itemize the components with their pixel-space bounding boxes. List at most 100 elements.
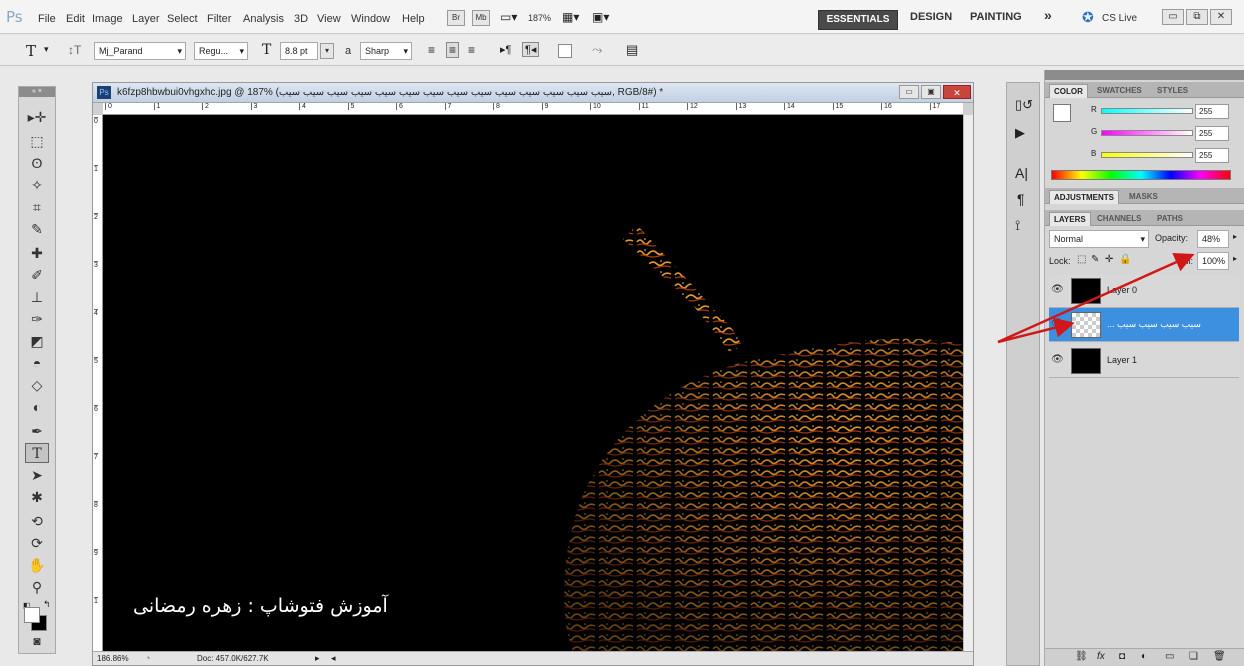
menu-filter[interactable]: Filter [207,13,231,25]
shape-tool-icon[interactable]: ✱ [25,487,49,507]
doc-minimize-icon[interactable]: ▭ [899,85,919,99]
paint-bucket-tool-icon[interactable]: ◓ [25,353,49,373]
text-tool-preset-icon[interactable]: T [26,42,36,60]
visibility-eye-icon[interactable]: 👁 [1051,284,1064,295]
font-family-select[interactable]: Mj_Parand ▾ [94,42,186,60]
rtl-direction-icon[interactable]: ¶◂ [522,42,540,57]
tab-swatches[interactable]: SWATCHES [1093,84,1146,98]
new-group-icon[interactable]: ▭ [1165,651,1174,662]
move-tool-icon[interactable]: ▸✛ [25,107,49,127]
align-center-icon[interactable]: ≡ [446,42,460,58]
arrange-documents-icon[interactable]: ▦▾ [562,10,579,24]
status-menu-icon[interactable]: ▸ [315,653,320,664]
layer-row-text[interactable]: 👁 ... سیب سیب سیب سیب [1049,308,1239,342]
blue-value-field[interactable]: 255 [1195,148,1229,163]
fill-field[interactable]: 100% [1197,252,1229,270]
doc-maximize-icon[interactable]: ▣ [921,85,941,99]
vertical-scrollbar[interactable] [963,115,973,651]
tab-adjustments[interactable]: ADJUSTMENTS [1049,190,1120,204]
tab-color[interactable]: COLOR [1049,84,1088,98]
swap-colors-icon[interactable]: ↰ [43,599,51,610]
workspace-design-button[interactable]: DESIGN [910,11,952,23]
layer-row-layer-1[interactable]: 👁 Layer 1 [1049,344,1239,378]
blend-mode-select[interactable]: Normal ▾ [1049,230,1149,248]
close-app-icon[interactable]: ✕ [1210,9,1232,25]
clone-stamp-tool-icon[interactable]: ⊥ [25,287,49,307]
menu-3d[interactable]: 3D [294,13,308,25]
tab-styles[interactable]: STYLES [1153,84,1192,98]
mini-bridge-button[interactable]: Mb [472,10,490,26]
text-color-swatch[interactable] [558,44,572,58]
tab-masks[interactable]: MASKS [1125,190,1162,204]
link-layers-icon[interactable]: ⛓ [1075,651,1088,662]
quick-select-tool-icon[interactable]: ✧ [25,175,49,195]
layer-style-icon[interactable]: fx [1097,651,1105,662]
font-size-field[interactable]: 8.8 pt [280,42,318,60]
status-zoom[interactable]: 186.86% [97,654,129,663]
opacity-dropdown-icon[interactable]: ▸ [1233,232,1237,241]
character-panel-icon[interactable]: ▤ [626,42,638,58]
document-tab[interactable]: Ps k6fzp8hbwbui0vhgxhc.jpg @ 187% (سیب س… [93,83,973,103]
align-right-icon[interactable]: ≡ [468,43,475,57]
path-selection-tool-icon[interactable]: ➤ [25,465,49,485]
menu-help[interactable]: Help [402,13,425,25]
foreground-color-swatch[interactable] [24,607,40,623]
view-extras-icon[interactable]: ▭▾ [500,10,517,24]
character-panel-icon[interactable]: A| [1015,165,1028,181]
add-mask-icon[interactable]: ◘ [1119,651,1125,662]
pen-tool-icon[interactable]: ✒ [25,421,49,441]
lock-pixels-icon[interactable]: ✎ [1091,254,1099,265]
new-layer-icon[interactable]: ❏ [1189,651,1198,662]
tab-channels[interactable]: CHANNELS [1093,212,1145,226]
green-slider[interactable] [1101,130,1193,136]
bridge-button[interactable]: Br [447,10,465,26]
menu-file[interactable]: File [38,13,56,25]
red-value-field[interactable]: 255 [1195,104,1229,119]
3d-rotate-tool-icon[interactable]: ⟲ [25,511,49,531]
menu-image[interactable]: Image [92,13,123,25]
lasso-tool-icon[interactable]: ʘ [25,153,49,173]
scroll-left-icon[interactable]: ◂ [331,653,336,664]
ltr-direction-icon[interactable]: ▸¶ [500,43,511,56]
adjustment-layer-icon[interactable]: ◐ [1141,651,1147,662]
lock-position-icon[interactable]: ✛ [1105,254,1113,265]
lock-all-icon[interactable]: 🔒 [1119,254,1131,265]
doc-close-icon[interactable]: ✕ [943,85,971,99]
clone-source-panel-icon[interactable]: ⟟ [1015,217,1020,234]
blur-tool-icon[interactable]: ◇ [25,375,49,395]
history-panel-icon[interactable]: ▯↺ [1015,97,1033,113]
menu-select[interactable]: Select [167,13,198,25]
quick-mask-icon[interactable]: ◙ [25,631,49,651]
text-orientation-icon[interactable]: ↕T [68,43,81,57]
menu-view[interactable]: View [317,13,341,25]
tab-paths[interactable]: PATHS [1153,212,1187,226]
marquee-tool-icon[interactable]: ⬚ [25,131,49,151]
warp-text-icon[interactable]: ⤳ [592,42,602,58]
healing-brush-tool-icon[interactable]: ✚ [25,243,49,263]
red-slider[interactable] [1101,108,1193,114]
antialias-select[interactable]: Sharp ▾ [360,42,412,60]
zoom-tool-icon[interactable]: ⚲ [25,577,49,597]
menu-edit[interactable]: Edit [66,13,85,25]
more-workspaces-button[interactable]: » [1044,7,1052,23]
fill-dropdown-icon[interactable]: ▸ [1233,254,1237,263]
layer-row-layer-0[interactable]: 👁 Layer 0 [1049,274,1239,308]
color-foreground-swatch[interactable] [1053,104,1071,122]
eyedropper-tool-icon[interactable]: ✎ [25,219,49,239]
dodge-tool-icon[interactable]: ◐ [25,397,49,417]
visibility-eye-icon[interactable]: 👁 [1051,354,1064,365]
3d-orbit-tool-icon[interactable]: ⟳ [25,533,49,553]
font-style-select[interactable]: Regu... ▾ [194,42,248,60]
menu-window[interactable]: Window [351,13,390,25]
opacity-field[interactable]: 48% [1197,230,1229,248]
menu-layer[interactable]: Layer [132,13,160,25]
delete-layer-icon[interactable]: 🗑 [1213,651,1226,662]
minimize-app-icon[interactable]: ▭ [1162,9,1184,25]
eraser-tool-icon[interactable]: ◩ [25,331,49,351]
brush-tool-icon[interactable]: ✐ [25,265,49,285]
image-canvas[interactable]: آموزش فتوشاپ : زهره رمضانی [103,115,963,651]
font-size-dropdown-icon[interactable]: ▾ [320,43,334,59]
blue-slider[interactable] [1101,152,1193,158]
dock-header[interactable] [1045,70,1244,80]
type-tool-icon[interactable]: T [25,443,49,463]
